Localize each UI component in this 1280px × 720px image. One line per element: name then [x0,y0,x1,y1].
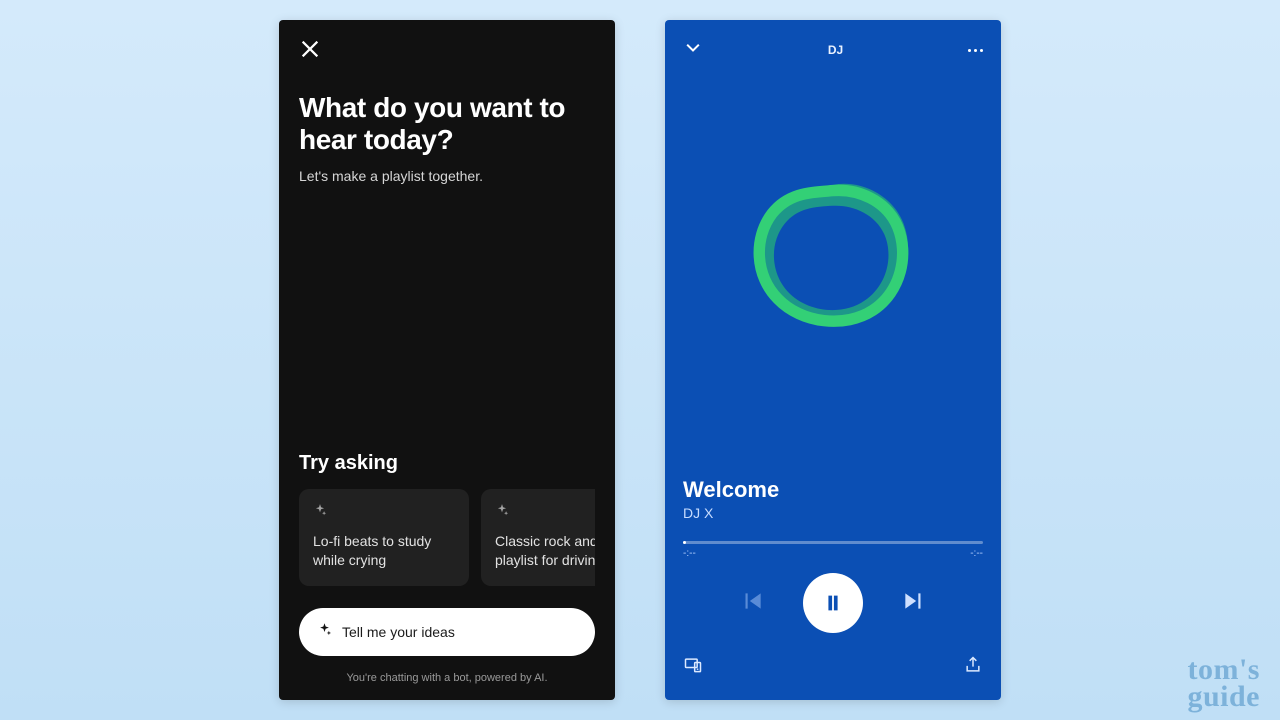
track-artist: DJ X [683,505,983,521]
next-track-button[interactable] [901,588,927,619]
watermark-line2: guide [1187,683,1260,710]
ideas-input[interactable]: Tell me your ideas [299,608,595,656]
progress-bar[interactable] [683,541,983,544]
suggestion-text: Lo-fi beats to study while crying [313,532,455,570]
close-icon[interactable] [299,47,321,64]
chevron-down-icon[interactable] [683,38,703,63]
player-header: DJ [683,36,983,64]
dj-visualizer [683,64,983,473]
pause-button[interactable] [803,573,863,633]
sparkle-icon [313,503,455,522]
time-total: -:-- [970,548,983,559]
track-title: Welcome [683,477,983,503]
suggestion-card[interactable]: Classic rock and metal playlist for driv… [481,489,595,586]
ai-disclaimer: You're chatting with a bot, powered by A… [299,672,595,684]
sparkle-icon [317,622,332,642]
sparkle-icon [495,503,595,522]
more-icon[interactable] [968,49,983,52]
previous-track-button[interactable] [739,588,765,619]
try-asking-label: Try asking [299,452,595,475]
suggestion-card[interactable]: Lo-fi beats to study while crying [299,489,469,586]
suggestion-cards: Lo-fi beats to study while crying Classi… [299,489,595,586]
dj-player-screen: DJ Welcome DJ X [665,20,1001,700]
headline: What do you want to hear today? [299,92,595,156]
share-icon[interactable] [963,655,983,680]
subheadline: Let's make a playlist together. [299,168,595,184]
devices-icon[interactable] [683,655,703,680]
player-title: DJ [828,43,843,57]
player-controls [683,573,983,633]
suggestion-text: Classic rock and metal playlist for driv… [495,532,595,570]
watermark-logo: tom's guide [1187,656,1260,710]
time-elapsed: -:-- [683,548,696,559]
ideas-input-placeholder: Tell me your ideas [342,624,455,640]
chat-prompt-screen: What do you want to hear today? Let's ma… [279,20,615,700]
